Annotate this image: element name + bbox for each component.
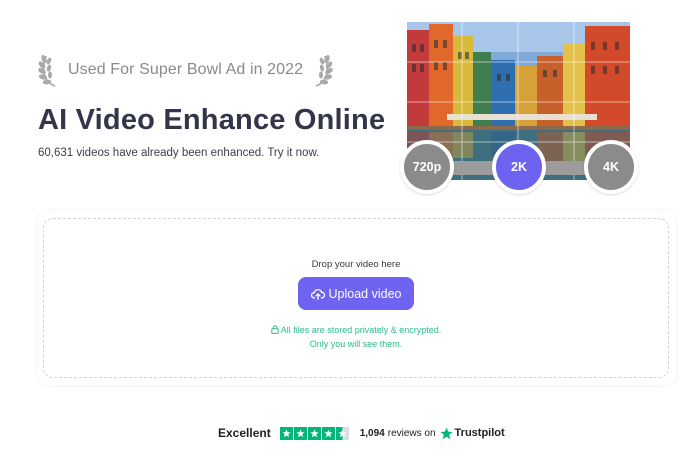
drop-text: Drop your video here bbox=[311, 259, 401, 270]
cloud-upload-icon bbox=[310, 288, 325, 300]
privacy-line-2: Only you will see them. bbox=[309, 339, 403, 349]
resolution-2k-button[interactable]: 2K bbox=[492, 140, 546, 194]
trustpilot-star-icon bbox=[439, 427, 453, 439]
laurel-right-icon bbox=[311, 52, 333, 88]
rating-word: Excellent bbox=[218, 426, 271, 440]
privacy-line-1: All files are stored privately & encrypt… bbox=[280, 325, 442, 335]
award-banner: Used For Super Bowl Ad in 2022 bbox=[38, 52, 333, 88]
lock-icon bbox=[271, 325, 279, 334]
reviews-on-text: reviews on bbox=[387, 427, 436, 439]
trustpilot-brand: Trustpilot bbox=[454, 427, 505, 439]
rating-stars bbox=[279, 426, 350, 440]
star-icon bbox=[321, 426, 335, 440]
upload-video-label: Upload video bbox=[328, 286, 402, 301]
privacy-note: All files are stored privately & encrypt… bbox=[44, 323, 668, 351]
star-icon bbox=[293, 426, 307, 440]
star-icon bbox=[279, 426, 293, 440]
star-icon bbox=[307, 426, 321, 440]
dropzone[interactable]: Drop your video here Upload video All fi… bbox=[43, 218, 669, 378]
resolution-4k-button[interactable]: 4K bbox=[584, 140, 638, 194]
half-star-icon bbox=[335, 426, 349, 440]
page-subtitle: 60,631 videos have already been enhanced… bbox=[38, 147, 320, 159]
resolution-720p-button[interactable]: 720p bbox=[400, 140, 454, 194]
upload-video-button[interactable]: Upload video bbox=[298, 277, 414, 310]
upload-card: Drop your video here Upload video All fi… bbox=[38, 211, 676, 385]
hero-preview: 720p 2K 4K bbox=[400, 18, 640, 194]
trustpilot-reviews[interactable]: Excellent 1,094 reviews on Trustpilot bbox=[218, 425, 505, 441]
review-count: 1,094 bbox=[359, 427, 385, 439]
award-text: Used For Super Bowl Ad in 2022 bbox=[68, 61, 304, 78]
page-title: AI Video Enhance Online bbox=[38, 104, 386, 136]
laurel-left-icon bbox=[38, 52, 60, 88]
